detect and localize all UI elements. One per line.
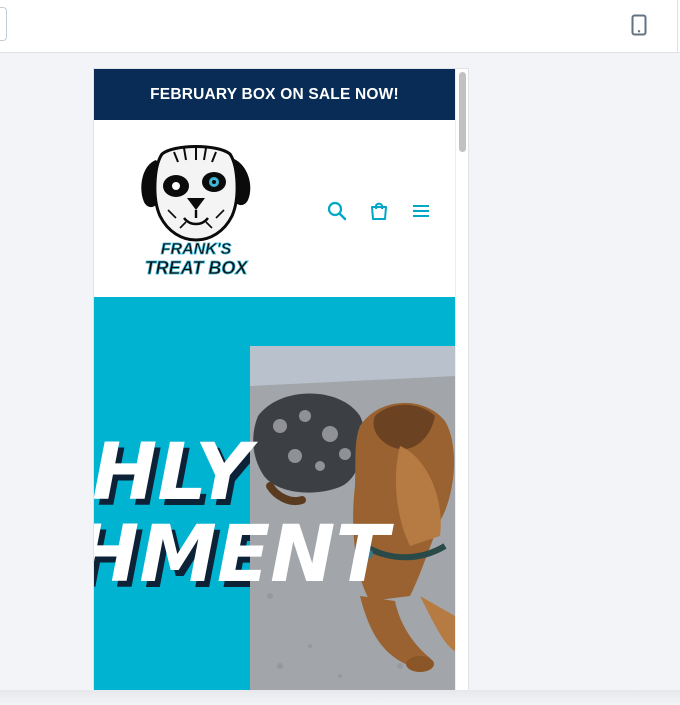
- hamburger-menu-icon: [413, 205, 429, 217]
- announcement-text: FEBRUARY BOX ON SALE NOW!: [150, 85, 399, 103]
- header-actions: [324, 198, 434, 224]
- announcement-bar[interactable]: FEBRUARY BOX ON SALE NOW!: [94, 69, 455, 120]
- bottom-edge: [0, 690, 680, 705]
- site-header: FRANK'S TREAT BOX: [94, 120, 455, 297]
- logo-text-line2: TREAT BOX: [145, 258, 249, 278]
- mobile-phone-icon: [631, 14, 647, 36]
- dachshund-image: [250, 346, 455, 690]
- hero-dog-photo: [250, 346, 455, 690]
- menu-button[interactable]: [408, 198, 434, 224]
- preview-viewport: FEBRUARY BOX ON SALE NOW! FRANK'S TREAT …: [94, 69, 455, 690]
- toolbar-left-control[interactable]: [0, 7, 7, 41]
- storefront-preview: FEBRUARY BOX ON SALE NOW! FRANK'S TREAT …: [93, 68, 469, 691]
- preview-scrollbar-thumb[interactable]: [459, 72, 466, 152]
- mobile-preview-button[interactable]: [625, 10, 653, 40]
- hero-line1-shadow: HLY: [97, 434, 264, 524]
- shopping-bag-icon: [371, 202, 387, 220]
- search-button[interactable]: [324, 198, 350, 224]
- store-logo[interactable]: FRANK'S TREAT BOX: [140, 140, 252, 280]
- toolbar-divider: [677, 0, 678, 53]
- cart-button[interactable]: [366, 198, 392, 224]
- preview-scrollbar[interactable]: [455, 69, 468, 690]
- hero-banner[interactable]: HLY HMENT HLY HMENT: [94, 297, 455, 690]
- search-icon: [327, 201, 347, 221]
- logo-text-line1: FRANK'S: [161, 241, 232, 258]
- editor-toolbar: [0, 0, 680, 53]
